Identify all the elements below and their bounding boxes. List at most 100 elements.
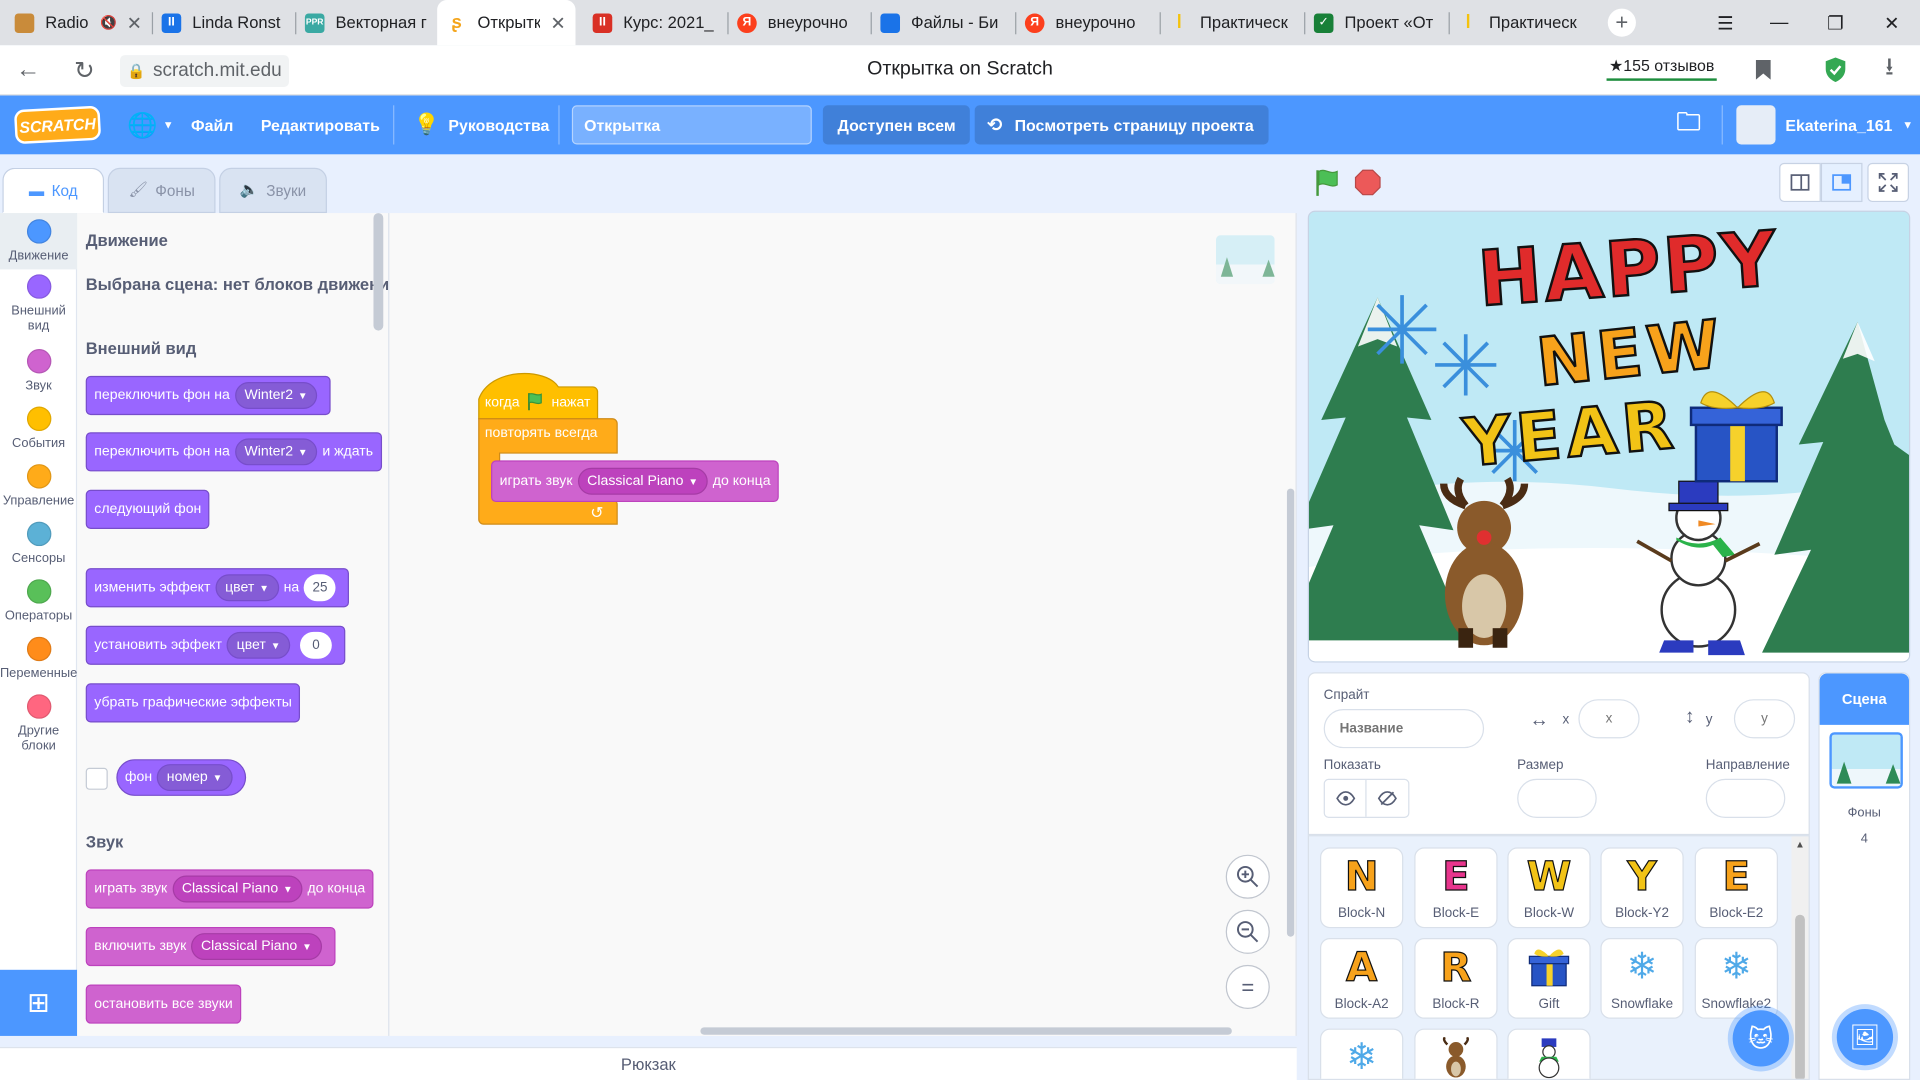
category-operators[interactable]: Операторы <box>0 579 77 623</box>
backpack-bar[interactable]: Рюкзак <box>0 1046 1297 1080</box>
sprite-tile-block-w[interactable]: W Block-W <box>1507 847 1591 929</box>
block-switch-backdrop[interactable]: переключить фон на Winter2 ▼ <box>85 375 331 416</box>
url-field[interactable]: 🔒 scratch.mit.edu <box>120 55 290 87</box>
browser-tab[interactable]: II Linda Ronst <box>152 0 295 45</box>
size-input[interactable] <box>1517 778 1597 818</box>
block-clear-effects[interactable]: убрать графические эффекты <box>85 683 301 723</box>
number-input[interactable]: 0 <box>300 631 332 659</box>
normal-stage-button[interactable] <box>1820 162 1863 203</box>
sprite-name-input[interactable] <box>1323 708 1485 749</box>
green-flag-button[interactable] <box>1311 167 1343 205</box>
direction-input[interactable] <box>1705 778 1786 818</box>
mute-icon[interactable]: 🔇 <box>100 15 117 31</box>
see-project-page-button[interactable]: ⟲ Посмотреть страницу проекта <box>974 105 1269 145</box>
sprite-tile-block-r[interactable]: R Block-R <box>1414 937 1498 1019</box>
sprite-tile-snowflake3[interactable]: ❄ <box>1320 1028 1404 1079</box>
browser-tab[interactable]: Я внеурочно <box>727 0 870 45</box>
small-stage-button[interactable] <box>1779 162 1821 203</box>
tab-search-icon[interactable]: ☰ <box>1697 0 1753 45</box>
sprite-list-scrollbar[interactable]: ▲ <box>1791 836 1809 1079</box>
browser-tab-active[interactable]: ʂ Открытк ✕ <box>437 0 576 46</box>
menu-edit[interactable]: Редактировать <box>261 96 380 155</box>
hide-eye-icon[interactable] <box>1367 780 1409 817</box>
sprite-tile-block-y2[interactable]: Y Block-Y2 <box>1600 847 1684 929</box>
tab-code[interactable]: ▬ Код <box>2 167 105 214</box>
scratch-logo[interactable]: SCRATCH <box>13 105 102 145</box>
effect-dropdown[interactable]: цвет ▼ <box>226 631 291 659</box>
x-input[interactable] <box>1578 699 1640 739</box>
block-backdrop-reporter[interactable]: фон номер ▼ <box>116 759 246 796</box>
browser-tab[interactable]: ǀ Практическ <box>1449 0 1593 45</box>
add-extension-button[interactable]: ⊞ <box>0 969 78 1036</box>
category-sound[interactable]: Звук <box>0 348 77 393</box>
browser-tab[interactable]: II Курс: 2021_ <box>583 0 727 45</box>
block-next-backdrop[interactable]: следующий фон <box>85 489 210 529</box>
shield-icon[interactable] <box>1821 55 1850 84</box>
tab-sounds[interactable]: 🔈 Звуки <box>219 167 327 214</box>
backdrop-number-dropdown[interactable]: номер ▼ <box>157 764 233 792</box>
stage-target-panel[interactable]: Сцена Фоны 4 🖼 <box>1818 672 1911 1080</box>
browser-tab[interactable]: ✓ Проект «От <box>1304 0 1448 45</box>
reviews-badge[interactable]: ★155 отзывов <box>1606 54 1717 81</box>
close-icon[interactable]: ✕ <box>127 12 142 34</box>
sound-dropdown[interactable]: Classical Piano ▼ <box>577 467 708 495</box>
y-input[interactable] <box>1733 699 1796 739</box>
monitor-checkbox[interactable] <box>85 767 108 790</box>
menu-file[interactable]: Файл <box>191 96 233 155</box>
sprite-tile-snowflake2[interactable]: ❄ Snowflake2 <box>1694 937 1778 1019</box>
account-menu[interactable]: Ekaterina_161 ▼ <box>1736 96 1913 155</box>
sprite-tile-reindeer[interactable] <box>1414 1028 1498 1079</box>
backdrop-dropdown[interactable]: Winter2 ▼ <box>234 438 318 466</box>
browser-tab[interactable]: Я внеурочно <box>1015 0 1159 45</box>
stop-button[interactable] <box>1354 169 1381 202</box>
bookmark-icon[interactable] <box>1749 55 1778 84</box>
sprite-tile-block-a2[interactable]: A Block-A2 <box>1320 937 1404 1019</box>
menu-tutorials[interactable]: 💡 Руководства <box>414 96 550 155</box>
block-start-sound[interactable]: включить звук Classical Piano ▼ <box>85 926 336 967</box>
sprite-tile-gift[interactable]: Gift <box>1507 937 1591 1019</box>
browser-tab[interactable]: PPR Векторная г <box>295 0 439 45</box>
browser-tab[interactable]: ǀ Практическ <box>1160 0 1304 45</box>
workspace-vertical-scrollbar[interactable] <box>1286 488 1295 937</box>
zoom-out-button[interactable] <box>1225 909 1270 954</box>
block-set-effect[interactable]: установить эффект цвет ▼ 0 <box>85 625 346 665</box>
category-sensing[interactable]: Сенсоры <box>0 521 77 566</box>
category-my-blocks[interactable]: Другие блоки <box>0 694 77 753</box>
reload-icon[interactable]: ↻ <box>70 55 99 84</box>
category-events[interactable]: События <box>0 406 77 451</box>
show-eye-icon[interactable] <box>1325 780 1367 817</box>
sound-dropdown[interactable]: Classical Piano ▼ <box>191 933 322 961</box>
script-play-sound-until-done[interactable]: играть звук Classical Piano ▼ до конца <box>491 460 780 503</box>
download-icon[interactable]: ⭳ <box>1875 54 1904 84</box>
tab-backdrops[interactable]: 🖌 Фоны <box>107 167 216 214</box>
sprite-tile-block-e2[interactable]: E Block-E2 <box>1694 847 1778 929</box>
share-button[interactable]: Доступен всем <box>822 105 971 145</box>
sprite-tile-snowman[interactable] <box>1507 1028 1591 1079</box>
forever-block-label[interactable]: повторять всегда <box>485 426 598 441</box>
window-close-icon[interactable]: ✕ <box>1864 0 1920 45</box>
number-input[interactable]: 25 <box>304 574 336 602</box>
back-arrow-icon[interactable]: ← <box>13 55 42 84</box>
fullscreen-button[interactable] <box>1867 162 1909 203</box>
code-workspace[interactable]: когда нажат повторять всегда играть звук… <box>388 213 1297 1036</box>
browser-tab[interactable]: Файлы - Би <box>871 0 1015 45</box>
new-tab-button[interactable]: + <box>1607 8 1636 37</box>
close-icon[interactable]: ✕ <box>550 12 565 34</box>
palette-scrollbar[interactable] <box>373 213 384 331</box>
block-stop-all-sounds[interactable]: остановить все звуки <box>85 984 242 1024</box>
my-stuff-folder-icon[interactable]: 🗀 <box>1676 96 1700 155</box>
stage-canvas[interactable]: HAPPY NEW YEAR <box>1307 210 1911 663</box>
language-menu[interactable]: 🌐 ▼ <box>127 96 173 155</box>
sprite-tile-block-n[interactable]: N Block-N <box>1320 847 1404 929</box>
backdrop-dropdown[interactable]: Winter2 ▼ <box>234 382 318 409</box>
category-control[interactable]: Управление <box>0 464 77 508</box>
block-switch-backdrop-and-wait[interactable]: переключить фон на Winter2 ▼ и ждать <box>85 432 382 472</box>
sprite-tile-block-e[interactable]: E Block-E <box>1414 847 1498 929</box>
zoom-reset-button[interactable]: = <box>1225 964 1270 1009</box>
category-variables[interactable]: Переменные <box>0 636 77 681</box>
sprite-tile-snowflake[interactable]: ❄ Snowflake <box>1600 937 1684 1019</box>
category-motion[interactable]: Движение <box>0 213 78 270</box>
project-title-input[interactable] <box>571 105 812 145</box>
choose-sprite-button[interactable]: 🐱 <box>1732 1010 1789 1067</box>
restore-icon[interactable]: ❐ <box>1807 0 1863 45</box>
